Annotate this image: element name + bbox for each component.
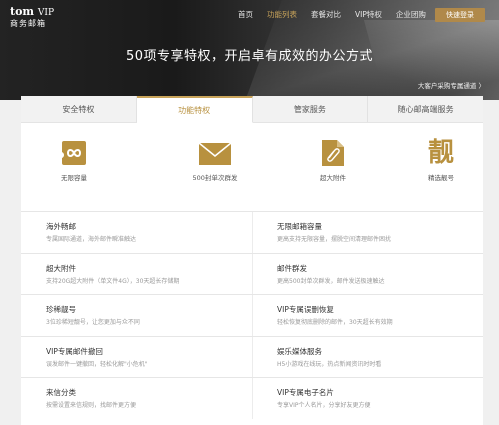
logo-subtitle: 商务邮箱 <box>10 19 46 28</box>
list-item[interactable]: 超大附件 支持20G超大附件（单文件4G），30天超长存储期 <box>21 253 253 294</box>
infinity-icon <box>62 141 86 165</box>
hero-banner: tom VIP 商务邮箱 首页 功能列表 套餐对比 VIP特权 企业团购 快速登… <box>0 0 499 100</box>
item-title: 来信分类 <box>46 388 76 397</box>
logo[interactable]: tom VIP 商务邮箱 <box>10 6 54 29</box>
feature-list: 海外畅邮 专属国际通道，海外邮件瞬准触达 无限邮箱容量 更高支持无限容量，摆脱空… <box>21 211 483 419</box>
list-item[interactable]: VIP专属邮件撤回 误发邮件一键撤回，轻松化解"小危机" <box>21 336 253 377</box>
item-title: 娱乐媒体服务 <box>277 346 322 356</box>
list-item[interactable]: VIP专属电子名片 专享VIP个人名片，分享好友更方便 <box>253 378 483 419</box>
top-nav: 首页 功能列表 套餐对比 VIP特权 企业团购 <box>238 9 440 21</box>
table-row: 超大附件 支持20G超大附件（单文件4G），30天超长存储期 邮件群发 更高50… <box>21 252 483 295</box>
item-desc: 3位珍稀短靓号，让您更加与众不同 <box>46 319 140 326</box>
item-title: VIP专属误删恢复 <box>277 305 334 314</box>
list-item[interactable]: 无限邮箱容量 更高支持无限容量，摆脱空间清理邮件困扰 <box>253 212 483 253</box>
item-title: 超大附件 <box>46 263 76 273</box>
feature-large-attachment[interactable]: 超大附件 <box>293 138 373 182</box>
list-item[interactable]: 来信分类 按需设置来信规则，找邮件更方便 <box>21 378 253 419</box>
nav-item-compare[interactable]: 套餐对比 <box>311 9 341 21</box>
table-row: VIP专属邮件撤回 误发邮件一键撤回，轻松化解"小危机" 娱乐媒体服务 H5小游… <box>21 335 483 378</box>
tab-security[interactable]: 安全特权 <box>21 96 137 122</box>
table-row: 珍稀靓号 3位珍稀短靓号，让您更加与众不同 VIP专属误删恢复 轻松恢复彻底删除… <box>21 294 483 336</box>
item-desc: 轻松恢复彻底删除的邮件，30天超长有效期 <box>277 319 393 326</box>
feature-bulk-send[interactable]: 500封单次群发 <box>175 138 255 182</box>
item-desc: H5小游戏在线玩，热点新闻资讯时时看 <box>277 360 382 368</box>
login-button[interactable]: 快速登录 <box>435 8 485 22</box>
item-desc: 更高500封单次群发，邮件发送极速触达 <box>277 277 385 285</box>
features-card: 安全特权 功能特权 管家服务 随心邮高端服务 无限容量 500封单次群发 超大附… <box>21 96 483 425</box>
liang-char-icon: 靓 <box>427 138 454 168</box>
table-row: 海外畅邮 专属国际通道，海外邮件瞬准触达 无限邮箱容量 更高支持无限容量，摆脱空… <box>21 211 483 253</box>
hero-title: 50项专享特权，开启卓有成效的办公方式 <box>125 49 374 64</box>
item-title: 无限邮箱容量 <box>277 222 322 231</box>
nav-item-vip[interactable]: VIP特权 <box>355 9 382 21</box>
logo-vip: VIP <box>37 8 55 18</box>
item-title: VIP专属邮件撤回 <box>46 346 103 356</box>
list-item[interactable]: VIP专属误删恢复 轻松恢复彻底删除的邮件，30天超长有效期 <box>253 295 483 336</box>
item-desc: 更高支持无限容量，摆脱空间清理邮件困扰 <box>277 236 392 243</box>
nav-item-features[interactable]: 功能列表 <box>267 9 297 21</box>
tab-butler[interactable]: 管家服务 <box>253 96 369 122</box>
list-item[interactable]: 娱乐媒体服务 H5小游戏在线玩，热点新闻资讯时时看 <box>253 337 483 378</box>
item-desc: 误发邮件一键撤回，轻松化解"小危机" <box>46 360 148 368</box>
list-item[interactable]: 邮件群发 更高500封单次群发，邮件发送极速触达 <box>253 254 483 295</box>
feature-icons: 无限容量 500封单次群发 超大附件 靓 精选靓号 <box>21 138 483 198</box>
feature-label: 超大附件 <box>320 174 346 182</box>
envelope-icon <box>198 142 232 165</box>
tab-bar: 安全特权 功能特权 管家服务 随心邮高端服务 <box>21 96 483 123</box>
list-item[interactable]: 珍稀靓号 3位珍稀短靓号，让您更加与众不同 <box>21 295 253 336</box>
nav-item-home[interactable]: 首页 <box>238 9 253 21</box>
feature-label: 500封单次群发 <box>192 174 238 182</box>
table-row: 来信分类 按需设置来信规则，找邮件更方便 VIP专属电子名片 专享VIP个人名片… <box>21 377 483 419</box>
item-title: VIP专属电子名片 <box>277 388 334 397</box>
logo-wordmark: tom <box>10 5 35 18</box>
item-title: 海外畅邮 <box>46 222 76 231</box>
enterprise-channel-link[interactable]: 大客户采购专属通道 〉 <box>418 80 485 90</box>
item-desc: 专属国际通道，海外邮件瞬准触达 <box>46 236 137 243</box>
nav-item-group-buy[interactable]: 企业团购 <box>396 9 426 21</box>
item-desc: 按需设置来信规则，找邮件更方便 <box>46 402 137 409</box>
feature-premium-number[interactable]: 靓 精选靓号 <box>401 138 481 182</box>
item-desc: 支持20G超大附件（单文件4G），30天超长存储期 <box>46 277 180 285</box>
feature-label: 精选靓号 <box>428 174 454 182</box>
feature-unlimited[interactable]: 无限容量 <box>34 138 114 182</box>
tab-premium[interactable]: 随心邮高端服务 <box>368 96 483 122</box>
item-title: 珍稀靓号 <box>46 305 76 314</box>
item-desc: 专享VIP个人名片，分享好友更方便 <box>277 402 371 409</box>
item-title: 邮件群发 <box>277 263 307 273</box>
feature-label: 无限容量 <box>61 174 87 182</box>
paperclip-icon <box>322 140 344 166</box>
tab-features[interactable]: 功能特权 <box>136 96 253 123</box>
list-item[interactable]: 海外畅邮 专属国际通道，海外邮件瞬准触达 <box>21 212 253 253</box>
